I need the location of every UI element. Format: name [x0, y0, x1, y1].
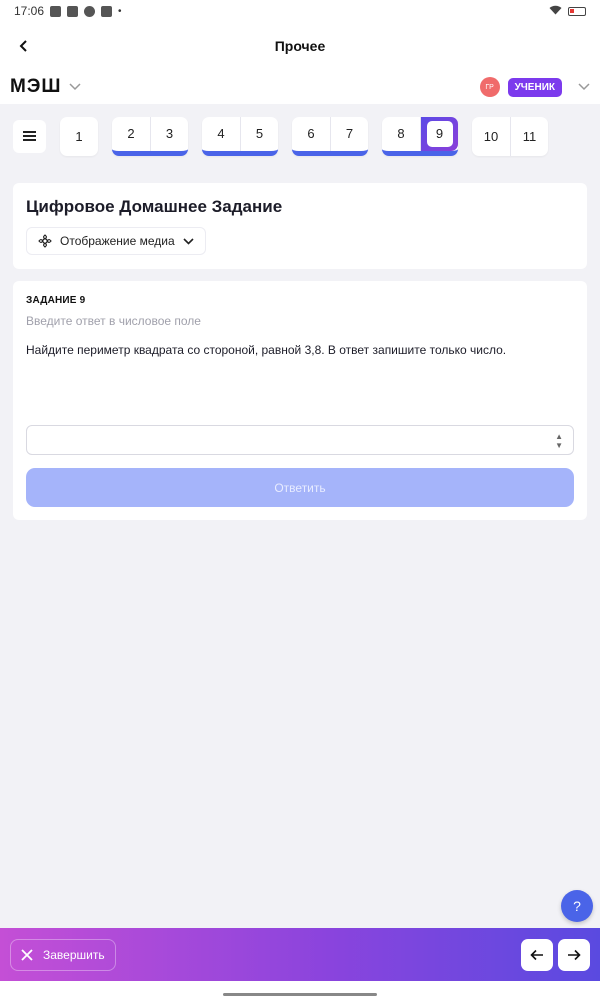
lesson-group: 2 3 [112, 116, 188, 156]
lesson-item-6[interactable]: 6 [292, 117, 330, 151]
close-icon [21, 948, 33, 961]
hamburger-icon [23, 129, 36, 143]
battery-icon [568, 6, 586, 16]
previous-task-button[interactable] [521, 938, 553, 971]
bottom-action-bar: Завершить [0, 928, 600, 981]
avatar[interactable]: ГР [479, 77, 500, 97]
lesson-item-5[interactable]: 5 [240, 116, 278, 151]
wifi-icon [549, 5, 562, 18]
role-badge[interactable]: УЧЕНИК [507, 77, 562, 97]
app-bar: Прочее [0, 22, 600, 70]
home-indicator[interactable] [223, 993, 377, 996]
lesson-item-2[interactable]: 2 [112, 117, 150, 151]
status-bar: 17:06 • [0, 0, 600, 22]
status-dot: • [118, 5, 122, 17]
task-hint: Введите ответ в числовое поле [26, 314, 201, 328]
lesson-item-3[interactable]: 3 [150, 116, 188, 151]
chevron-down-icon[interactable] [69, 81, 81, 93]
youtube-icon [50, 5, 62, 17]
arrow-left-icon [530, 949, 543, 960]
lesson-item-11[interactable]: 11 [510, 116, 548, 156]
flower-settings-icon [38, 234, 52, 248]
help-button[interactable]: ? [561, 890, 593, 922]
chevron-left-icon [19, 40, 27, 52]
page-title: Прочее [274, 38, 326, 54]
lesson-group: 1 [60, 116, 98, 156]
current-lesson-label: 9 [426, 120, 453, 147]
stepper-up-icon[interactable]: ▲ [555, 432, 563, 441]
back-button[interactable] [12, 34, 36, 58]
lesson-item-7[interactable]: 7 [330, 116, 368, 151]
finish-label: Завершить [43, 947, 105, 962]
media-display-label: Отображение медиа [60, 234, 175, 248]
number-stepper[interactable]: ▲ ▼ [555, 432, 563, 450]
chat-icon [84, 5, 96, 17]
next-task-button[interactable] [558, 938, 590, 971]
profile-chevron-down-icon[interactable] [578, 81, 590, 93]
menu-button[interactable] [13, 119, 46, 153]
lesson-item-9-current[interactable]: 9 [420, 116, 458, 151]
arrow-right-icon [568, 949, 581, 960]
chevron-down-icon [183, 237, 194, 245]
task-card: ЗАДАНИЕ 9 Введите ответ в числовое поле … [13, 281, 587, 520]
lesson-item-8[interactable]: 8 [382, 117, 420, 151]
lesson-navigator: 1 2 3 4 5 6 7 8 9 10 11 [0, 104, 600, 168]
lesson-group: 10 11 [472, 116, 548, 156]
answer-number-input[interactable]: ▲ ▼ [26, 425, 574, 455]
task-label: ЗАДАНИЕ 9 [26, 295, 86, 306]
mesh-header: МЭШ ГР УЧЕНИК [0, 70, 600, 104]
status-time: 17:06 [14, 4, 45, 18]
finish-button[interactable]: Завершить [10, 938, 116, 971]
mesh-logo[interactable]: МЭШ [10, 76, 61, 98]
image-icon [101, 5, 113, 17]
media-display-button[interactable]: Отображение медиа [26, 227, 206, 255]
homework-header-card: Цифровое Домашнее Задание Отображение ме… [13, 183, 587, 269]
lesson-group: 4 5 [202, 116, 278, 156]
task-question: Найдите периметр квадрата со стороной, р… [26, 343, 507, 357]
lesson-item-1[interactable]: 1 [60, 117, 98, 156]
homework-title: Цифровое Домашнее Задание [26, 197, 283, 216]
system-nav-area [0, 981, 600, 1000]
stepper-down-icon[interactable]: ▼ [555, 441, 563, 450]
submit-answer-button[interactable]: Ответить [26, 468, 574, 507]
lesson-item-4[interactable]: 4 [202, 117, 240, 151]
lesson-group: 6 7 [292, 116, 368, 156]
vk-icon [67, 5, 79, 17]
lesson-item-10[interactable]: 10 [472, 117, 510, 156]
lesson-group: 8 9 [382, 116, 458, 156]
